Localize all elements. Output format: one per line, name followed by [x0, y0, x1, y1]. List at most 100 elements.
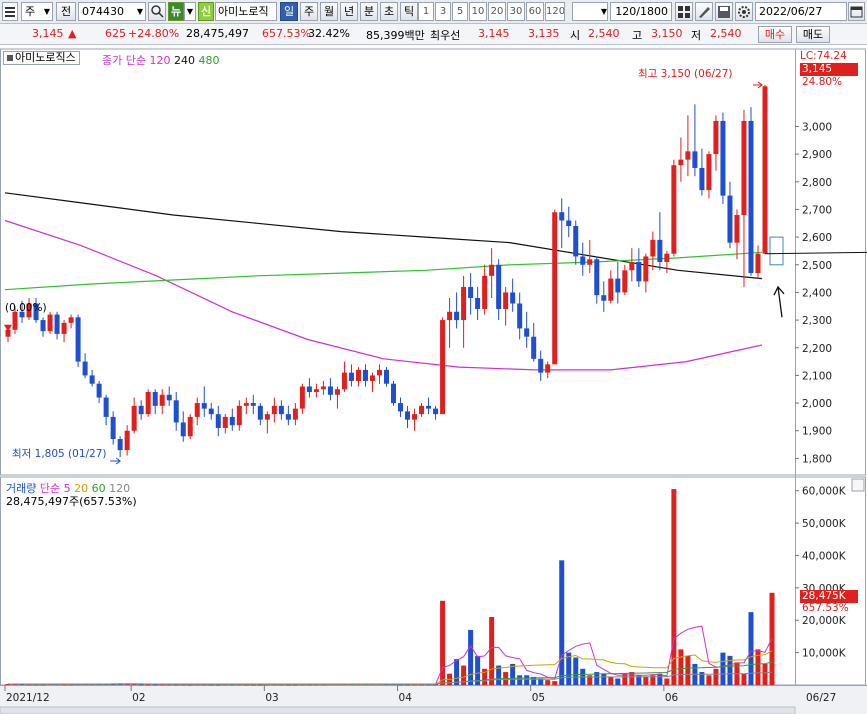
candle-body: [650, 239, 656, 257]
volume-bar: [671, 489, 677, 685]
candle-body: [215, 414, 221, 428]
chart-area[interactable]: 1,800 1,900 2,000 2,100 2,200 2,300 2,400 2,500…: [0, 45, 867, 714]
candle-body: [475, 297, 481, 310]
search-button[interactable]: [148, 2, 166, 21]
volume-ratio: 657.53%: [262, 27, 311, 40]
ma-480-label: 480: [198, 54, 220, 67]
high-price: 3,150: [651, 27, 683, 40]
tab-interval-30[interactable]: 30: [507, 2, 525, 21]
candle-body: [706, 154, 712, 191]
candle-body: [292, 408, 298, 420]
chevron-down-icon[interactable]: ▼: [184, 2, 196, 21]
candle-body: [594, 259, 600, 296]
candle-body: [131, 405, 137, 431]
candle-body: [713, 120, 719, 155]
high-label: 고: [632, 29, 643, 42]
volume-tick-label: 60,000K: [802, 486, 847, 498]
news-button[interactable]: 뉴: [168, 2, 184, 21]
candle-body: [201, 403, 207, 409]
candle-body: [587, 259, 593, 265]
candle-body: [419, 405, 425, 415]
time-tick-label: 05: [532, 692, 545, 704]
candle-body: [678, 159, 684, 166]
candle-body: [194, 403, 200, 417]
candle-body: [180, 422, 186, 437]
tab-period-6[interactable]: 틱: [400, 2, 418, 21]
settings-button[interactable]: [735, 2, 753, 21]
volume-bar: [601, 673, 607, 685]
volume-bar: [685, 655, 691, 685]
tab-interval-10[interactable]: 10: [469, 2, 487, 21]
search-icon: [151, 5, 164, 18]
price-panel-frame: [0, 48, 866, 476]
volume-bar: [713, 668, 719, 685]
prev-button[interactable]: 전: [56, 2, 76, 21]
volume-bar: [748, 612, 754, 685]
save-button[interactable]: [715, 2, 733, 21]
low-label: 저: [691, 29, 702, 42]
candle-body: [720, 120, 726, 196]
pref-label: 최우선: [430, 29, 461, 42]
trade-amount: 85,399백만: [366, 29, 425, 42]
candle-body: [152, 392, 158, 406]
volume-value: 28,475,497: [186, 27, 249, 40]
tab-interval-5[interactable]: 5: [452, 2, 468, 21]
open-price: 2,540: [588, 27, 620, 40]
volume-bar: [517, 675, 523, 685]
tab-interval-1[interactable]: 1: [418, 2, 434, 21]
turnover-rate: 32.42%: [308, 27, 350, 40]
volume-bar: [741, 673, 747, 685]
tab-interval-60[interactable]: 60: [526, 2, 544, 21]
volume-bar: [643, 676, 649, 685]
volume-bar: [706, 675, 712, 685]
candle-body: [755, 253, 761, 274]
buy-button[interactable]: 매수: [758, 26, 792, 43]
tools-button[interactable]: [695, 2, 713, 21]
candle-body: [40, 320, 46, 332]
tab-interval-120[interactable]: 120: [545, 2, 565, 21]
tab-period-0[interactable]: 일: [280, 2, 298, 21]
tab-interval-20[interactable]: 20: [488, 2, 506, 21]
tools-icon: [699, 7, 710, 18]
new-button[interactable]: 신: [198, 2, 214, 21]
low-price: 2,540: [710, 27, 742, 40]
last-price-tag: 3,145: [800, 63, 858, 76]
candle-body: [398, 403, 404, 412]
horizontal-scrollbar[interactable]: [0, 706, 796, 714]
candle-body: [341, 372, 347, 390]
grid-settings-button[interactable]: [675, 2, 693, 21]
candle-body: [447, 311, 453, 321]
candle-body: [496, 264, 502, 310]
candle-body: [629, 262, 635, 271]
candle-body: [503, 292, 509, 310]
tab-period-5[interactable]: 초: [380, 2, 398, 21]
candle-body: [489, 264, 495, 276]
tab-period-4[interactable]: 분: [360, 2, 378, 21]
market-select[interactable]: 주 ▼: [21, 2, 53, 21]
candle-body: [348, 372, 354, 381]
time-tick-label: 06: [665, 692, 679, 704]
tab-interval-3[interactable]: 3: [435, 2, 451, 21]
menu-icon[interactable]: [2, 2, 18, 21]
count-input[interactable]: 120/1800: [610, 2, 672, 21]
volume-bar: [559, 560, 565, 685]
interval-select[interactable]: ▼: [572, 2, 608, 21]
candle-body: [250, 403, 256, 406]
candle-body: [601, 295, 607, 301]
sell-button[interactable]: 매도: [796, 26, 830, 43]
candle-body: [313, 389, 319, 393]
candle-body: [727, 195, 733, 243]
calendar-icon: [850, 6, 863, 18]
code-input[interactable]: 074430 ▼: [78, 2, 146, 21]
candle-body: [369, 375, 375, 381]
tab-period-2[interactable]: 월: [320, 2, 338, 21]
tab-period-1[interactable]: 주: [300, 2, 318, 21]
change-value: 625: [105, 27, 126, 40]
up-triangle-icon: ▲: [68, 27, 77, 40]
chart-canvas[interactable]: 1,800 1,900 2,000 2,100 2,200 2,300 2,400 2,500…: [0, 45, 867, 714]
tab-period-3[interactable]: 년: [340, 2, 358, 21]
calendar-button[interactable]: [848, 2, 865, 21]
panel-collapse-button[interactable]: [851, 478, 865, 492]
low-annotation: 최저 1,805 (01/27): [12, 448, 107, 460]
date-input[interactable]: 2022/06/27: [755, 2, 847, 21]
